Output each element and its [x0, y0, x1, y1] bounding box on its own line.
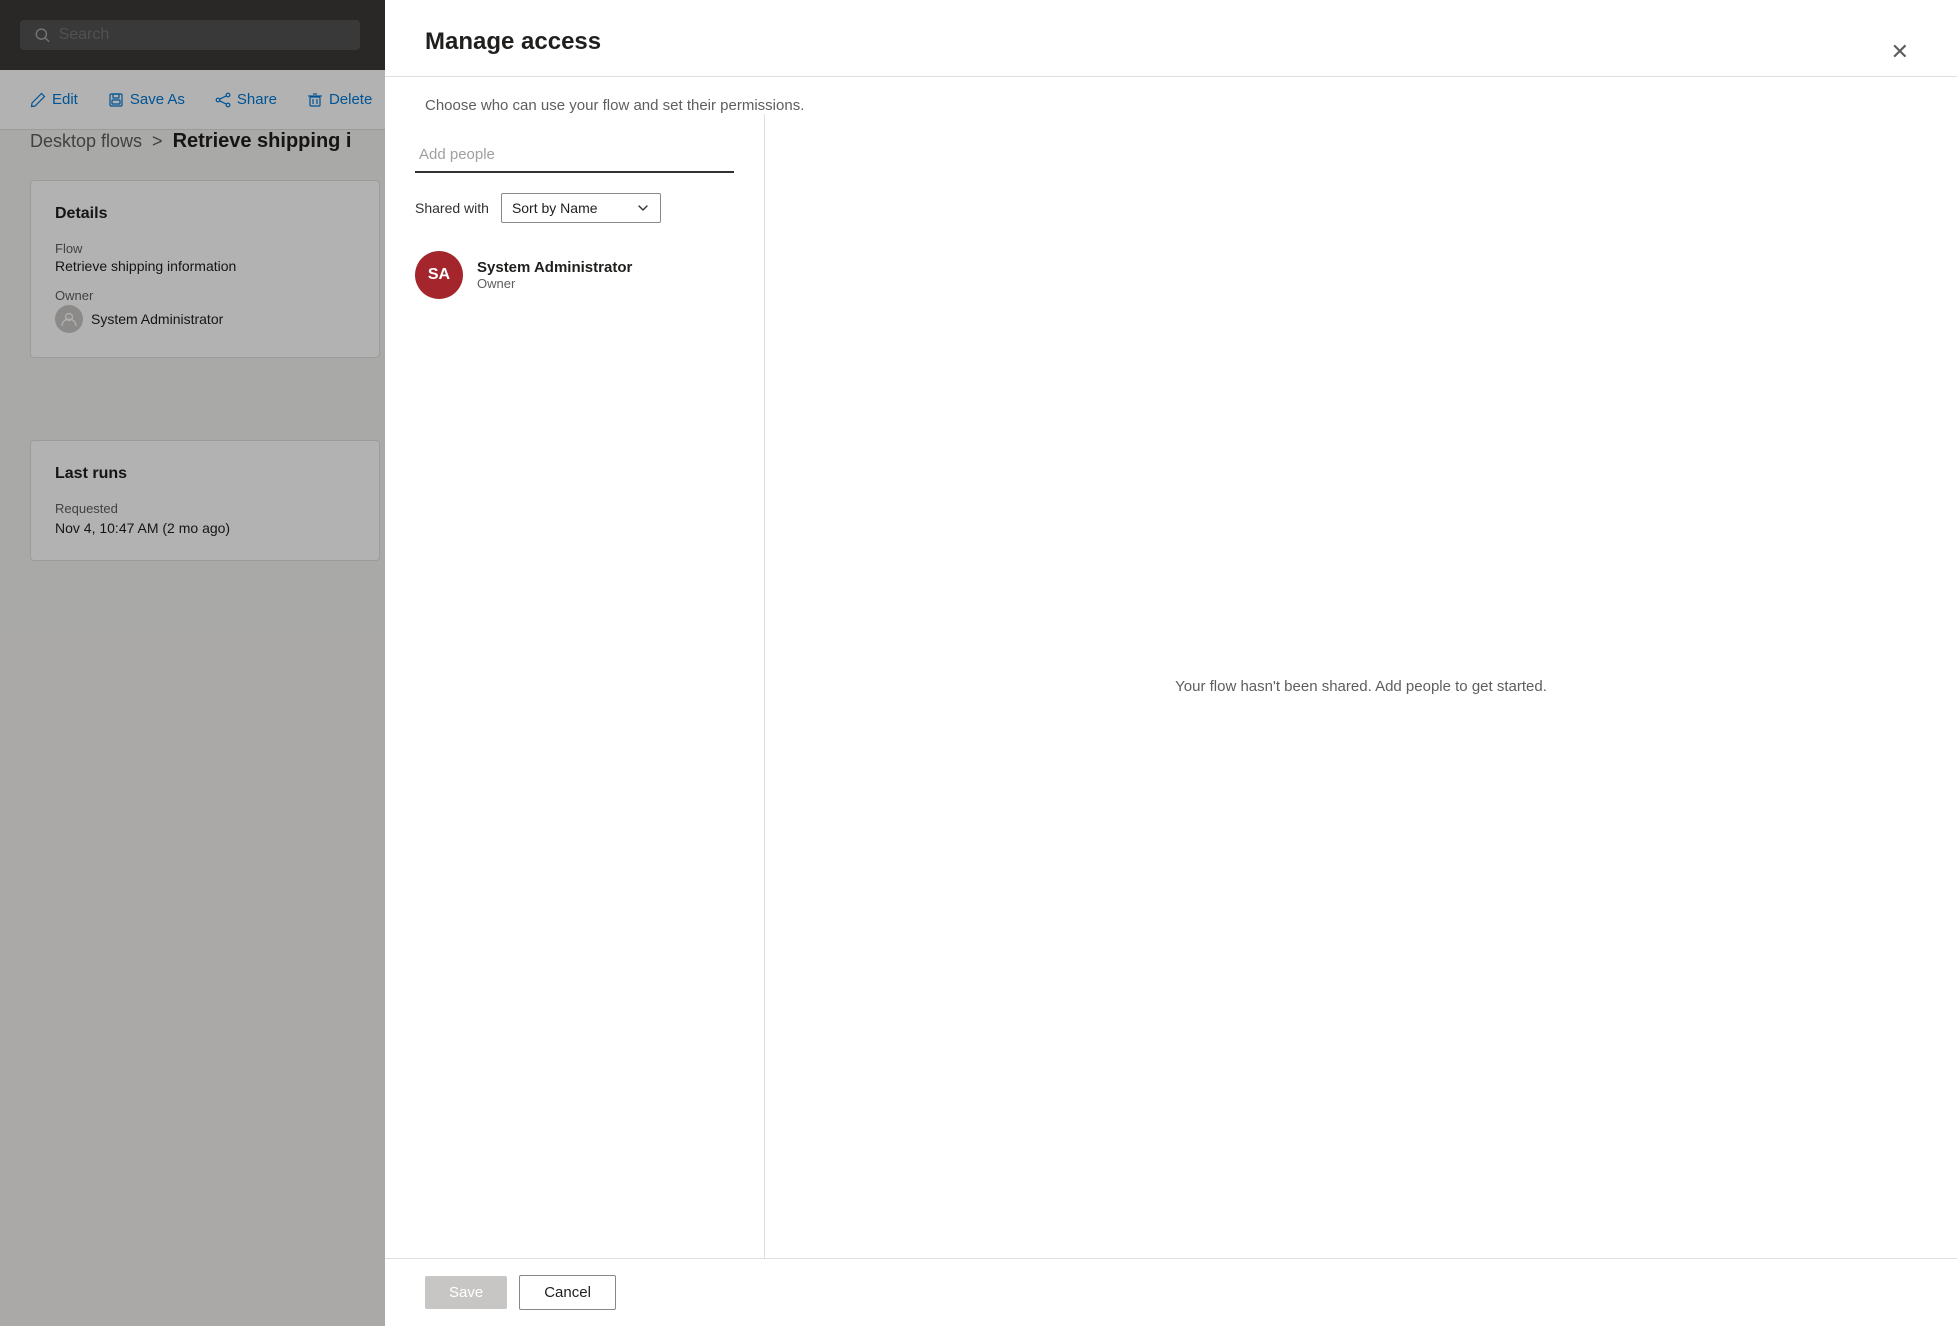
modal-footer: Save Cancel	[385, 1258, 1957, 1326]
user-entry: SA System Administrator Owner	[415, 243, 734, 307]
cancel-button[interactable]: Cancel	[519, 1275, 616, 1310]
user-info: System Administrator Owner	[477, 259, 632, 291]
user-role: Owner	[477, 276, 632, 291]
modal-left-panel: Shared with Sort by Name SA System Admin…	[385, 114, 765, 1258]
sort-dropdown[interactable]: Sort by Name	[501, 193, 661, 223]
modal-subtitle: Choose who can use your flow and set the…	[385, 77, 1957, 114]
shared-with-label: Shared with	[415, 200, 489, 216]
user-name: System Administrator	[477, 259, 632, 276]
modal-header: Manage access ✕	[385, 0, 1957, 77]
user-initials: SA	[428, 266, 450, 284]
sort-dropdown-label: Sort by Name	[512, 200, 598, 216]
modal-close-button[interactable]: ✕	[1883, 35, 1917, 69]
manage-access-modal: Manage access ✕ Choose who can use your …	[385, 0, 1957, 1326]
empty-state-message: Your flow hasn't been shared. Add people…	[1175, 678, 1547, 695]
modal-right-panel: Your flow hasn't been shared. Add people…	[765, 114, 1957, 1258]
modal-body: Shared with Sort by Name SA System Admin…	[385, 114, 1957, 1258]
chevron-down-icon	[636, 201, 650, 215]
shared-with-row: Shared with Sort by Name	[415, 193, 734, 223]
add-people-input[interactable]	[415, 138, 734, 173]
modal-title: Manage access	[425, 28, 601, 76]
save-button[interactable]: Save	[425, 1276, 507, 1309]
user-avatar: SA	[415, 251, 463, 299]
